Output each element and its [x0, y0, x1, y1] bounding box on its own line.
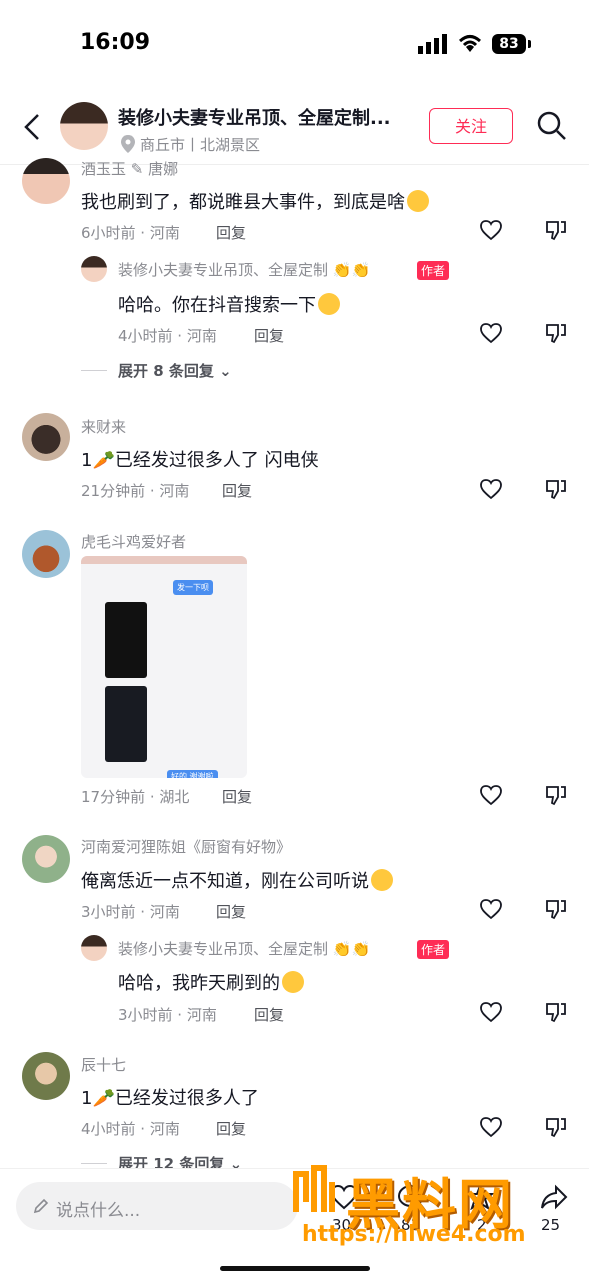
- expand-divider: [81, 1163, 107, 1164]
- location-text: 商丘市丨北湖景区: [140, 136, 261, 154]
- comment-image[interactable]: 发一下呗 好的 谢谢啦: [81, 556, 247, 778]
- search-icon[interactable]: [536, 110, 568, 146]
- dislike-icon[interactable]: [544, 898, 568, 924]
- commenter-name[interactable]: 酒玉玉 ✎ 唐娜: [81, 158, 178, 179]
- reply-button[interactable]: 回复: [216, 1118, 246, 1139]
- battery-indicator: 83: [492, 34, 526, 54]
- dislike-icon[interactable]: [544, 478, 568, 504]
- comment-meta: 4小时前 · 河南: [81, 1120, 180, 1138]
- reply-button[interactable]: 回复: [254, 325, 284, 346]
- image-video-thumb: [105, 686, 147, 762]
- commenter-avatar[interactable]: [22, 1052, 70, 1100]
- image-video-thumb: [105, 602, 147, 678]
- comment-meta: 6小时前 · 河南: [81, 224, 180, 242]
- reply-avatar[interactable]: [81, 256, 107, 282]
- commenter-name[interactable]: 虎毛斗鸡爱好者: [81, 531, 186, 552]
- reply-meta: 3小时前 · 河南: [118, 1006, 217, 1024]
- laughing-tears-emoji-icon: [282, 971, 304, 993]
- reply-button[interactable]: 回复: [216, 222, 246, 243]
- heart-icon[interactable]: [479, 322, 503, 348]
- clapping-emoji-icon: 👏👏: [332, 261, 371, 279]
- reply-text: 哈哈，我昨天刷到的: [118, 969, 304, 995]
- expand-divider: [81, 370, 107, 371]
- commenter-avatar[interactable]: [22, 413, 70, 461]
- image-header-strip: [81, 556, 247, 564]
- signal-icon: [418, 34, 448, 58]
- battery-tip: [528, 40, 531, 48]
- heart-icon[interactable]: [479, 219, 503, 245]
- reply-text: 哈哈。你在抖音搜索一下: [118, 291, 340, 317]
- author-badge: 作者: [417, 940, 450, 959]
- comment-text: 1🥕已经发过很多人了 闪电侠: [81, 450, 319, 471]
- comment-text: 我也刷到了，都说睢县大事件，到底是啥: [81, 188, 429, 214]
- dislike-icon[interactable]: [544, 1116, 568, 1142]
- reply-button[interactable]: 回复: [222, 480, 252, 501]
- comment-meta: 17分钟前 · 湖北: [81, 788, 190, 806]
- heart-icon[interactable]: [479, 478, 503, 504]
- location-pin-icon: [120, 134, 136, 158]
- heart-icon[interactable]: [479, 784, 503, 810]
- pencil-icon: [32, 1197, 50, 1219]
- commenter-name[interactable]: 辰十七: [81, 1054, 126, 1075]
- dislike-icon[interactable]: [544, 219, 568, 245]
- heart-icon[interactable]: [479, 898, 503, 924]
- commenter-avatar[interactable]: [22, 835, 70, 883]
- comment-text: 1🥕已经发过很多人了: [81, 1088, 259, 1109]
- comment-meta: 3小时前 · 河南: [81, 903, 180, 921]
- home-indicator: [220, 1266, 370, 1271]
- image-chat-bubble: 发一下呗: [173, 580, 213, 595]
- comment-text: 俺离恁近一点不知道，刚在公司听说: [81, 867, 393, 893]
- share-icon[interactable]: [540, 1184, 568, 1214]
- wifi-icon: [456, 32, 484, 58]
- author-avatar[interactable]: [60, 102, 108, 150]
- reply-button[interactable]: 回复: [222, 786, 252, 807]
- smile-emoji-icon: [371, 869, 393, 891]
- comment-meta: 21分钟前 · 河南: [81, 482, 190, 500]
- reply-author-name[interactable]: 装修小夫妻专业吊顶、全屋定制 👏👏: [118, 259, 370, 280]
- follow-button[interactable]: 关注: [429, 108, 513, 144]
- status-time: 16:09: [80, 30, 151, 55]
- dislike-icon[interactable]: [544, 322, 568, 348]
- clapping-emoji-icon: 👏👏: [332, 940, 371, 958]
- watermark-symbol-icon: [292, 1162, 342, 1222]
- commenter-name[interactable]: 河南爱河狸陈姐《厨窗有好物》: [81, 836, 291, 857]
- heart-icon[interactable]: [479, 1001, 503, 1027]
- share-count: 25: [541, 1216, 561, 1234]
- reply-avatar[interactable]: [81, 935, 107, 961]
- commenter-avatar[interactable]: [22, 530, 70, 578]
- laughing-tears-emoji-icon: [407, 190, 429, 212]
- reply-meta: 4小时前 · 河南: [118, 327, 217, 345]
- heart-icon[interactable]: [479, 1116, 503, 1142]
- comment-input-placeholder: 说点什么...: [56, 1201, 141, 1221]
- watermark-url: https://hlwe4.com: [302, 1222, 526, 1247]
- expand-replies-button[interactable]: 展开 8 条回复 ⌄: [118, 360, 232, 381]
- commenter-avatar[interactable]: [22, 158, 70, 204]
- reply-button[interactable]: 回复: [216, 901, 246, 922]
- chevron-down-icon: ⌄: [219, 362, 232, 380]
- dislike-icon[interactable]: [544, 1001, 568, 1027]
- commenter-name[interactable]: 来财来: [81, 416, 126, 437]
- dislike-icon[interactable]: [544, 784, 568, 810]
- back-arrow-icon[interactable]: [20, 112, 44, 146]
- reply-author-name[interactable]: 装修小夫妻专业吊顶、全屋定制 👏👏: [118, 938, 370, 959]
- image-chat-bubble: 好的 谢谢啦: [167, 770, 218, 778]
- page-title: 装修小夫妻专业吊顶、全屋定制...: [118, 108, 391, 129]
- laughing-tears-emoji-icon: [318, 293, 340, 315]
- reply-button[interactable]: 回复: [254, 1004, 284, 1025]
- author-badge: 作者: [417, 261, 450, 280]
